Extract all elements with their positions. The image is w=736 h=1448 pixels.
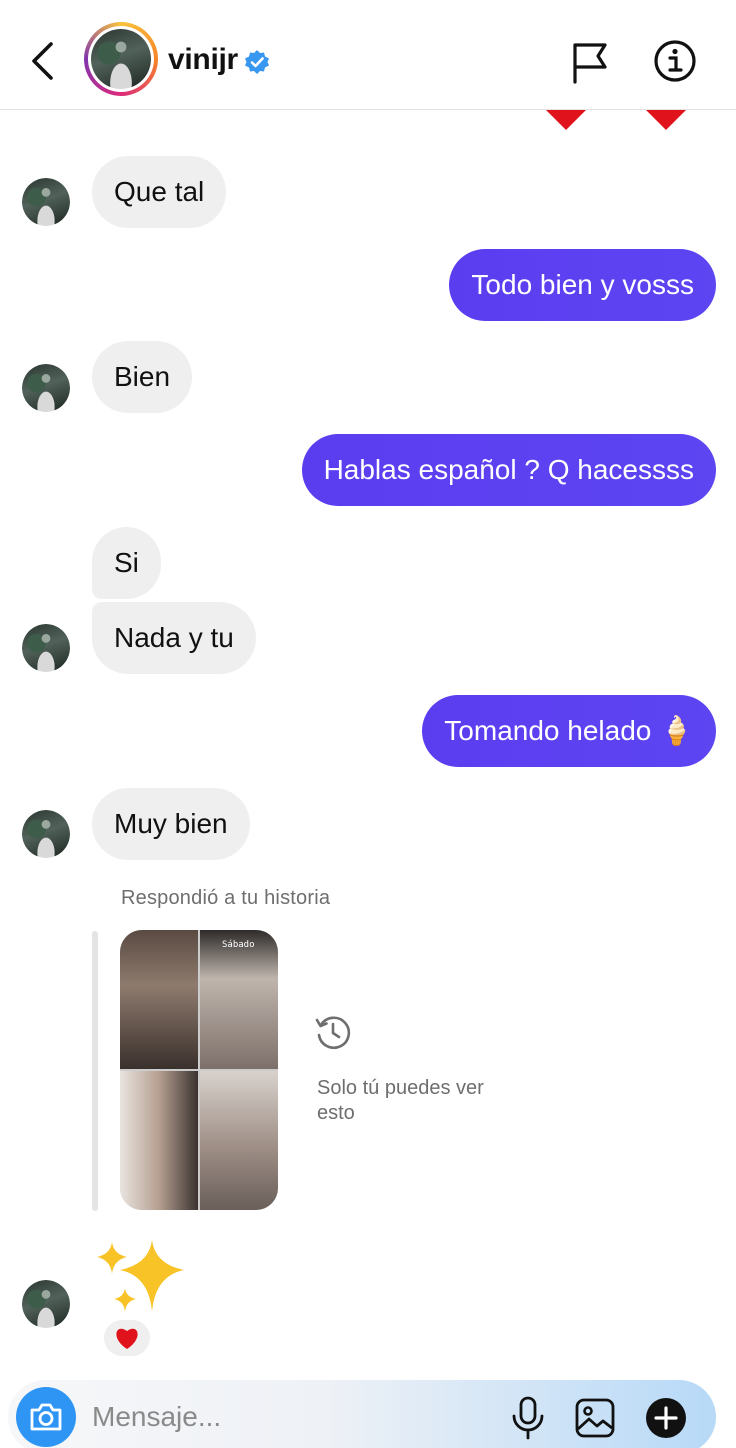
sender-avatar[interactable] xyxy=(22,1280,70,1328)
back-button[interactable] xyxy=(22,38,62,84)
story-photo-cell xyxy=(200,930,278,1069)
chat-header: vinijr xyxy=(0,0,736,110)
message-composer xyxy=(8,1380,716,1448)
heart-emoji-icon xyxy=(646,110,686,130)
message-reaction[interactable] xyxy=(101,1317,153,1359)
heart-icon xyxy=(116,1328,138,1349)
story-photo-cell xyxy=(200,1071,278,1210)
sender-avatar[interactable] xyxy=(22,624,70,672)
profile-avatar[interactable] xyxy=(84,22,158,96)
sparkles-emoji-icon[interactable] xyxy=(94,1240,188,1320)
story-thumbnail[interactable]: Sábado xyxy=(120,930,278,1210)
outgoing-message[interactable]: Tomando helado 🍦 xyxy=(422,695,716,767)
sender-avatar[interactable] xyxy=(22,810,70,858)
gallery-icon[interactable] xyxy=(574,1397,616,1439)
story-reply-caption: Respondió a tu historia xyxy=(121,887,331,909)
sender-avatar[interactable] xyxy=(22,364,70,412)
heart-emoji-icon xyxy=(546,110,586,130)
outgoing-message[interactable]: Todo bien y vosss xyxy=(449,249,716,321)
incoming-message[interactable]: Que tal xyxy=(92,156,227,228)
message-input[interactable] xyxy=(92,1396,482,1438)
info-icon[interactable] xyxy=(652,38,698,84)
history-clock-icon xyxy=(315,1016,351,1050)
chat-username[interactable]: vinijr xyxy=(168,43,238,77)
story-photo-cell xyxy=(120,1071,198,1210)
story-photo-cell xyxy=(120,930,198,1069)
incoming-message[interactable]: Si xyxy=(92,527,161,599)
story-reply-bar xyxy=(92,931,98,1211)
story-private-note: Solo tú puedes ver esto xyxy=(317,1077,484,1124)
sender-avatar[interactable] xyxy=(22,178,70,226)
camera-button[interactable] xyxy=(16,1387,76,1447)
avatar-photo xyxy=(91,29,151,89)
report-flag-icon[interactable] xyxy=(568,40,612,84)
outgoing-message[interactable]: Hablas español ? Q hacessss xyxy=(301,434,716,506)
incoming-message[interactable]: Nada y tu xyxy=(92,602,256,674)
incoming-message[interactable]: Bien xyxy=(92,341,193,413)
story-date-label: Sábado xyxy=(222,940,255,950)
add-icon[interactable] xyxy=(644,1396,688,1440)
verified-badge-icon xyxy=(245,50,269,74)
microphone-icon[interactable] xyxy=(508,1396,548,1440)
camera-icon xyxy=(30,1403,62,1431)
chevron-left-icon xyxy=(32,42,53,80)
incoming-message[interactable]: Muy bien xyxy=(92,788,250,860)
